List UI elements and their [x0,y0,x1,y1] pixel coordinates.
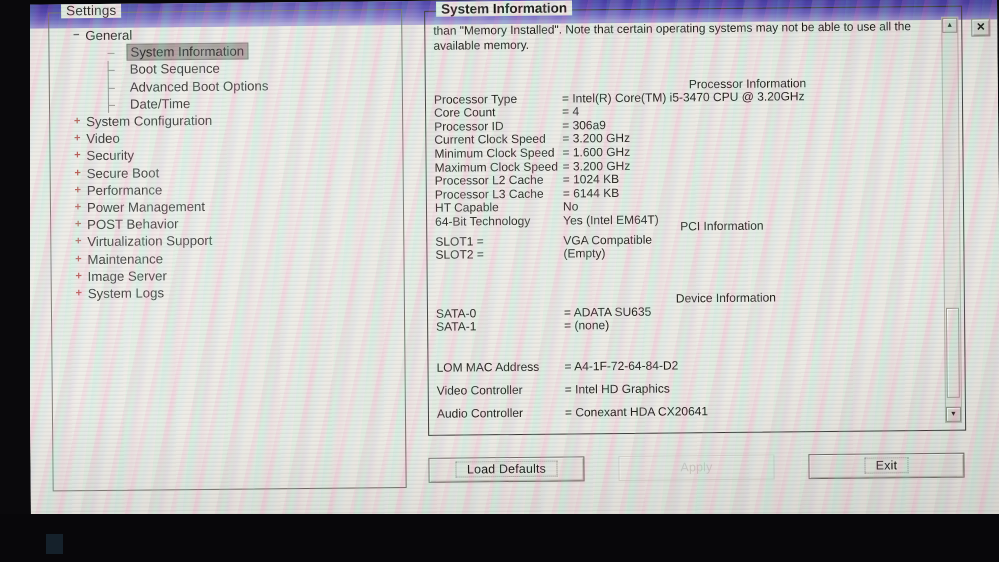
sidebar-item-label: Boot Sequence [129,61,220,78]
info-row: Audio Controller = Conexant HDA CX20641 [437,403,937,421]
info-row-value: (Empty) [563,246,606,261]
exit-button[interactable]: Exit [808,452,965,479]
expand-plus-icon[interactable]: + [72,270,86,282]
info-row-key: SATA-0 [435,305,477,321]
sidebar-item-label: System Configuration [86,112,213,130]
sidebar-item-label: General [85,27,133,44]
info-row-key: SLOT2 = [435,247,484,262]
info-row-value: = A4-1F-72-64-84-D2 [564,358,679,374]
info-row-key: SLOT1 = [435,233,484,249]
info-row-value: VGA Compatible [563,232,653,248]
sidebar-item-label: System Logs [87,285,165,301]
taskbar-chip-icon [46,534,63,554]
expand-plus-icon[interactable]: + [71,184,85,196]
collapse-minus-icon[interactable]: − [69,29,83,41]
close-icon[interactable]: ✕ [971,18,991,37]
apply-label: Apply [680,459,713,475]
expand-plus-icon[interactable]: + [71,235,85,247]
expand-plus-icon[interactable]: + [72,287,86,299]
tree-guide-tick [107,52,115,54]
info-row-value: = Conexant HDA CX20641 [564,404,709,420]
monitor-bezel-bottom [0,514,999,562]
scroll-up-arrow-icon[interactable]: ▲ [942,17,958,33]
settings-tree-panel: Settings − General System Information Boot … [48,2,407,492]
sidebar-item-label: System Information [127,43,248,60]
load-defaults-button[interactable]: Load Defaults [428,455,585,483]
system-information-scroll-area: than "Memory Installed". Note that certa… [428,17,939,426]
scroll-down-arrow-icon[interactable]: ▼ [945,406,962,422]
sidebar-item-system-logs[interactable]: + System Logs [58,282,400,302]
apply-button: Apply [618,454,775,481]
settings-panel-title: Settings [61,2,122,19]
expand-plus-icon[interactable]: + [71,218,85,230]
section-heading: Device Information [675,290,776,306]
sidebar-item-label: Maintenance [87,250,164,267]
expand-plus-icon[interactable]: + [71,167,85,179]
info-row-value: = 6144 KB [562,185,620,201]
sidebar-item-label: Date/Time [129,95,191,112]
info-row-key: Video Controller [436,382,523,398]
settings-tree[interactable]: − General System Information Boot Sequence A… [55,24,400,302]
load-defaults-label: Load Defaults [455,460,558,478]
tree-guide-tick [107,104,116,106]
monitor-bezel-left [0,0,30,562]
sidebar-item-label: Power Management [86,198,206,216]
info-row-value: = Intel HD Graphics [564,381,670,397]
sidebar-item-label: POST Behavior [87,216,179,233]
expand-plus-icon[interactable]: + [70,115,84,127]
sidebar-item-label: Advanced Boot Options [129,78,269,95]
info-row: LOM MAC Address = A4-1F-72-64-84-D2 [436,357,936,375]
section-heading: PCI Information [680,218,764,234]
sidebar-item-label: Secure Boot [86,164,160,181]
sidebar-item-label: Performance [86,182,163,198]
expand-plus-icon[interactable]: + [71,253,85,265]
info-row-value: Yes (Intel EM64T) [563,212,659,228]
system-information-panel: System Information than "Memory Installe… [424,0,967,436]
info-row-value: = (none) [564,318,610,333]
info-row-key: LOM MAC Address [436,359,540,375]
info-row-key: Audio Controller [436,405,524,421]
expand-plus-icon[interactable]: + [71,201,85,213]
info-row-value: = 4 [562,104,580,119]
sidebar-item-label: Security [86,148,135,164]
tree-guide-tick [107,69,115,71]
memory-note-text: than "Memory Installed". Note that certa… [433,19,912,53]
exit-label: Exit [864,457,909,474]
vertical-scrollbar[interactable]: ▲ ▼ [941,16,963,423]
scrollbar-thumb[interactable] [945,307,960,398]
info-row-key: SATA-1 [436,319,477,334]
expand-plus-icon[interactable]: + [70,132,84,144]
sidebar-item-label: Image Server [87,268,167,284]
info-row-key: Processor Type [433,91,518,107]
tree-guide-tick [107,87,115,89]
expand-plus-icon[interactable]: + [70,150,84,162]
button-bar: Load Defaults Apply Exit [428,451,965,484]
sidebar-item-label: Virtualization Support [87,233,213,250]
sidebar-item-label: Video [86,130,120,147]
photographed-monitor: ✕ Settings − General System Information Boo… [0,0,999,562]
info-row: Video Controller = Intel HD Graphics [437,380,937,398]
panel-title: System Information [436,0,573,17]
bios-screen: ✕ Settings − General System Information Boo… [26,0,999,525]
info-row-key: 64-Bit Technology [435,213,531,229]
